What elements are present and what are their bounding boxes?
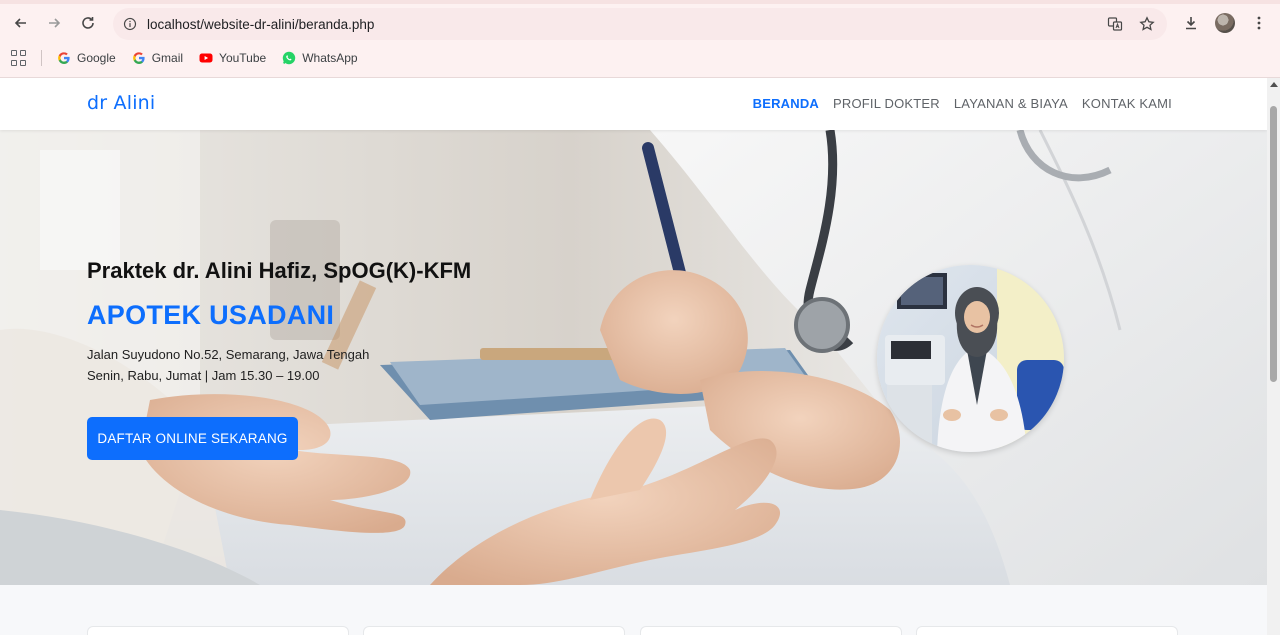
- bookmark-label: Google: [77, 51, 116, 65]
- more-vert-icon: [1257, 16, 1261, 30]
- browser-toolbar: localhost/website-dr-alini/beranda.php: [0, 4, 1280, 42]
- browser-chrome: localhost/website-dr-alini/beranda.php G…: [0, 0, 1280, 78]
- menu-button[interactable]: [1248, 12, 1270, 34]
- hero-title: APOTEK USADANI: [87, 300, 335, 330]
- download-icon: [1186, 17, 1196, 30]
- nav-layanan-biaya[interactable]: LAYANAN & BIAYA: [954, 96, 1068, 111]
- site-info-icon[interactable]: [121, 15, 139, 33]
- feature-card: [640, 626, 902, 635]
- register-online-button[interactable]: DAFTAR ONLINE SEKARANG: [87, 417, 298, 460]
- bookmark-star-icon[interactable]: [1137, 14, 1157, 34]
- address-bar[interactable]: localhost/website-dr-alini/beranda.php: [113, 8, 1167, 40]
- youtube-icon: [199, 51, 213, 65]
- page-scrollbar[interactable]: [1267, 78, 1280, 635]
- whatsapp-icon: [282, 51, 296, 65]
- scroll-up-arrow-icon[interactable]: [1270, 82, 1278, 87]
- feature-card: [87, 626, 349, 635]
- bookmark-label: Gmail: [151, 51, 184, 65]
- profile-avatar[interactable]: [1215, 13, 1235, 33]
- google-icon: [57, 51, 71, 65]
- nav-beranda[interactable]: BERANDA: [753, 96, 819, 111]
- bookmark-youtube[interactable]: YouTube: [199, 51, 266, 65]
- apps-grid-icon[interactable]: [11, 50, 27, 66]
- url-text[interactable]: localhost/website-dr-alini/beranda.php: [147, 17, 374, 32]
- hero-address: Jalan Suyudono No.52, Semarang, Jawa Ten…: [87, 347, 370, 362]
- reload-icon: [82, 17, 94, 29]
- arrow-left-icon: [14, 18, 26, 28]
- page-viewport: dr Alini BERANDA PROFIL DOKTER LAYANAN &…: [0, 78, 1267, 635]
- doctor-photo: [877, 265, 1064, 452]
- scrollbar-thumb[interactable]: [1270, 106, 1277, 382]
- back-button[interactable]: [8, 10, 34, 36]
- downloads-button[interactable]: [1180, 12, 1202, 34]
- translate-icon[interactable]: [1105, 14, 1125, 34]
- hero-subtitle: Praktek dr. Alini Hafiz, SpOG(K)-KFM: [87, 258, 472, 283]
- google-icon: [132, 51, 146, 65]
- arrow-right-icon: [49, 18, 61, 28]
- hero-section: Praktek dr. Alini Hafiz, SpOG(K)-KFM APO…: [0, 130, 1267, 585]
- forward-button[interactable]: [41, 10, 67, 36]
- site-brand[interactable]: dr Alini: [87, 92, 155, 114]
- site-menu: BERANDA PROFIL DOKTER LAYANAN & BIAYA KO…: [753, 96, 1172, 111]
- reload-button[interactable]: [75, 10, 101, 36]
- bookmark-label: YouTube: [219, 51, 267, 65]
- bookmark-google[interactable]: Google: [57, 51, 116, 65]
- feature-card: [363, 626, 625, 635]
- feature-card: [916, 626, 1178, 635]
- site-navbar: dr Alini BERANDA PROFIL DOKTER LAYANAN &…: [0, 78, 1267, 130]
- feature-cards: [0, 626, 1267, 635]
- bookmarks-separator: [41, 50, 42, 66]
- nav-profil-dokter[interactable]: PROFIL DOKTER: [833, 96, 940, 111]
- bookmarks-bar: Google Gmail YouTube WhatsApp: [0, 44, 1280, 72]
- nav-kontak-kami[interactable]: KONTAK KAMI: [1082, 96, 1172, 111]
- bookmark-whatsapp[interactable]: WhatsApp: [282, 51, 358, 65]
- bookmark-gmail[interactable]: Gmail: [132, 51, 183, 65]
- bookmark-label: WhatsApp: [302, 51, 358, 65]
- hero-hours: Senin, Rabu, Jumat | Jam 15.30 – 19.00: [87, 368, 320, 383]
